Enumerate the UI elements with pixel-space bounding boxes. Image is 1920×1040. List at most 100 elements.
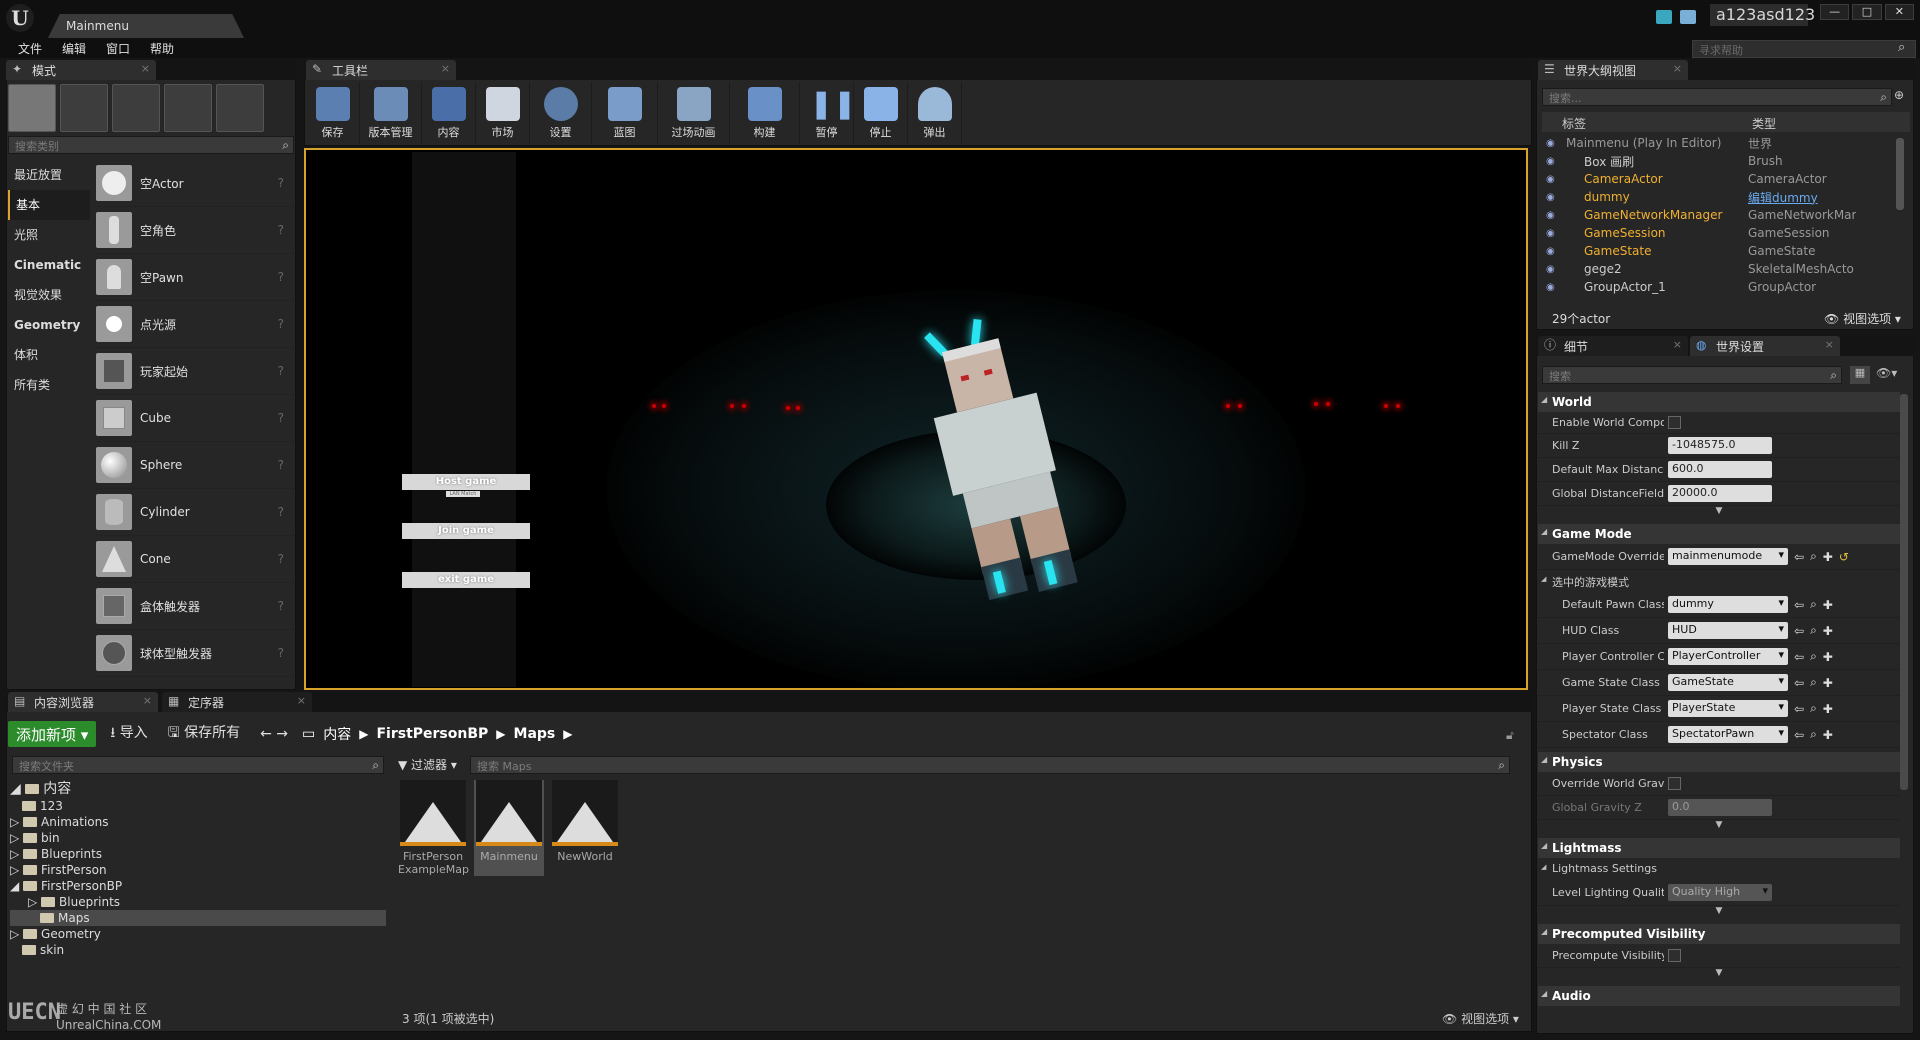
player-controller-class-select[interactable]: PlayerController	[1668, 648, 1788, 665]
settings-button[interactable]: 设置	[530, 82, 592, 144]
actor-item[interactable]: 空Pawn?	[92, 254, 294, 301]
tree-folder[interactable]: ▷ Blueprints	[10, 894, 386, 910]
tree-folder[interactable]: ◢ FirstPersonBP	[10, 878, 386, 894]
enable-world-composition-checkbox[interactable]	[1668, 416, 1681, 429]
selected-game-mode-group[interactable]: 选中的游戏模式	[1538, 570, 1900, 592]
close-icon[interactable]: ×	[441, 62, 450, 75]
filters-button[interactable]: ▼ 过滤器 ▾	[398, 756, 464, 774]
chevron-right-icon[interactable]: ▶	[359, 727, 368, 741]
tab-world-settings[interactable]: ◍ 世界设置 ×	[1690, 336, 1840, 356]
expand-advanced-icon[interactable]: ▼	[1538, 506, 1900, 520]
arrow-left-icon[interactable]: ⇦	[1794, 650, 1804, 664]
tree-folder[interactable]: ▷ Blueprints	[10, 846, 386, 862]
place-mode-icon[interactable]	[8, 84, 56, 132]
add-icon[interactable]: ✚	[1823, 624, 1833, 638]
global-distance-field-input[interactable]: 20000.0	[1668, 485, 1772, 502]
category-volumes[interactable]: 体积	[8, 340, 90, 370]
eye-icon[interactable]: ◉	[1546, 228, 1562, 239]
save-button[interactable]: 保存	[306, 82, 360, 144]
actor-item[interactable]: 点光源?	[92, 301, 294, 348]
marketplace-button[interactable]: 市场	[476, 82, 530, 144]
arrow-left-icon[interactable]: ⇦	[1794, 702, 1804, 716]
hud-class-select[interactable]: HUD	[1668, 622, 1788, 639]
category-geometry[interactable]: Geometry	[8, 310, 90, 340]
section-world[interactable]: World	[1538, 392, 1900, 412]
tab-world-outliner[interactable]: ☰ 世界大纲视图 ×	[1538, 60, 1688, 80]
tree-folder[interactable]: ▷ FirstPerson	[10, 862, 386, 878]
details-scrollbar[interactable]	[1900, 394, 1908, 790]
player-state-class-select[interactable]: PlayerState	[1668, 700, 1788, 717]
asset-tile-selected[interactable]: Mainmenu	[474, 780, 544, 876]
precompute-visibility-checkbox[interactable]	[1668, 949, 1681, 962]
outliner-row[interactable]: ◉ GameNetworkManager GameNetworkMar	[1542, 206, 1900, 224]
join-game-button[interactable]: Join game	[402, 523, 530, 539]
tree-folder[interactable]: ▷ Geometry	[10, 926, 386, 942]
column-type[interactable]: 类型	[1752, 115, 1776, 132]
spectator-class-select[interactable]: SpectatorPawn	[1668, 726, 1788, 743]
default-max-distance-input[interactable]: 600.0	[1668, 461, 1772, 478]
help-icon[interactable]: ?	[278, 317, 284, 331]
close-icon[interactable]: ×	[1673, 62, 1682, 75]
eye-icon[interactable]: 👁︎▾	[1876, 366, 1897, 380]
actor-item[interactable]: 空角色?	[92, 207, 294, 254]
view-options-button[interactable]: 👁︎ 视图选项 ▾	[1824, 310, 1901, 327]
eye-icon[interactable]: ◉	[1546, 246, 1562, 257]
close-icon[interactable]: ×	[1673, 338, 1682, 351]
tab-sequencer[interactable]: ▦ 定序器 ×	[162, 692, 312, 712]
landscape-mode-icon[interactable]	[112, 84, 160, 132]
add-icon[interactable]: ✚	[1823, 550, 1833, 564]
history-back-button[interactable]: ← →	[254, 726, 294, 742]
help-icon[interactable]: ?	[278, 364, 284, 378]
lightmass-settings-group[interactable]: Lightmass Settings	[1538, 858, 1900, 880]
actor-item[interactable]: Sphere?	[92, 442, 294, 489]
help-icon[interactable]: ?	[278, 599, 284, 613]
section-audio[interactable]: Audio	[1538, 986, 1900, 1006]
eject-button[interactable]: 弹出	[908, 82, 962, 144]
build-button[interactable]: 构建	[730, 82, 800, 144]
actor-item[interactable]: Cube?	[92, 395, 294, 442]
search-icon[interactable]: ⌕	[1810, 649, 1817, 664]
add-folder-icon[interactable]: ⊕	[1894, 88, 1904, 102]
search-icon[interactable]: ⌕	[1810, 623, 1817, 638]
lock-icon[interactable]: 🔓︎	[1506, 728, 1514, 743]
menu-window[interactable]: 窗口	[98, 40, 138, 58]
details-search-input[interactable]: 搜索 ⌕	[1542, 366, 1842, 384]
expand-advanced-icon[interactable]: ▼	[1538, 820, 1900, 834]
cinematics-button[interactable]: 过场动画	[658, 82, 730, 144]
game-state-class-select[interactable]: GameState	[1668, 674, 1788, 691]
user-account-label[interactable]: a123asd123	[1710, 4, 1815, 26]
chevron-right-icon[interactable]: ▶	[563, 727, 572, 741]
menu-help[interactable]: 帮助	[142, 40, 182, 58]
help-icon[interactable]: ?	[278, 505, 284, 519]
kill-z-input[interactable]: -1048575.0	[1668, 437, 1772, 454]
tab-details[interactable]: ⓘ 细节 ×	[1538, 336, 1688, 356]
help-icon[interactable]: ?	[278, 458, 284, 472]
section-precomputed-visibility[interactable]: Precomputed Visibility	[1538, 924, 1900, 944]
close-icon[interactable]: ×	[143, 694, 152, 707]
pause-button[interactable]: ❚❚ 暂停	[800, 82, 856, 144]
close-icon[interactable]: ×	[1825, 338, 1834, 351]
blueprints-button[interactable]: 蓝图	[592, 82, 658, 144]
search-icon[interactable]: ⌕	[1810, 701, 1817, 716]
breadcrumb-maps[interactable]: Maps	[514, 726, 556, 742]
tree-folder[interactable]: ◢ 内容	[10, 780, 386, 798]
property-matrix-icon[interactable]: ▦	[1850, 366, 1870, 384]
arrow-left-icon[interactable]: ⇦	[1794, 728, 1804, 742]
asset-tile[interactable]: FirstPerson ExampleMap	[398, 780, 469, 876]
tree-folder[interactable]: ▷ Animations	[10, 814, 386, 830]
default-pawn-class-select[interactable]: dummy	[1668, 596, 1788, 613]
actor-item[interactable]: 球体型触发器?	[92, 630, 294, 677]
folder-search-input[interactable]: 搜索文件夹 ⌕	[12, 756, 384, 774]
geometry-mode-icon[interactable]	[216, 84, 264, 132]
section-lightmass[interactable]: Lightmass	[1538, 838, 1900, 858]
help-icon[interactable]: ?	[278, 646, 284, 660]
outliner-row[interactable]: ◉ Box 画刷 Brush	[1542, 152, 1900, 170]
category-recent[interactable]: 最近放置	[8, 160, 90, 190]
paint-mode-icon[interactable]	[60, 84, 108, 132]
category-cinematic[interactable]: Cinematic	[8, 250, 90, 280]
modes-search-input[interactable]: 搜索类别 ⌕	[8, 136, 294, 154]
actor-item[interactable]: 玩家起始?	[92, 348, 294, 395]
close-icon[interactable]: ×	[297, 694, 306, 707]
outliner-row[interactable]: ◉ dummy 编辑dummy	[1542, 188, 1900, 206]
arrow-left-icon[interactable]: ⇦	[1794, 676, 1804, 690]
